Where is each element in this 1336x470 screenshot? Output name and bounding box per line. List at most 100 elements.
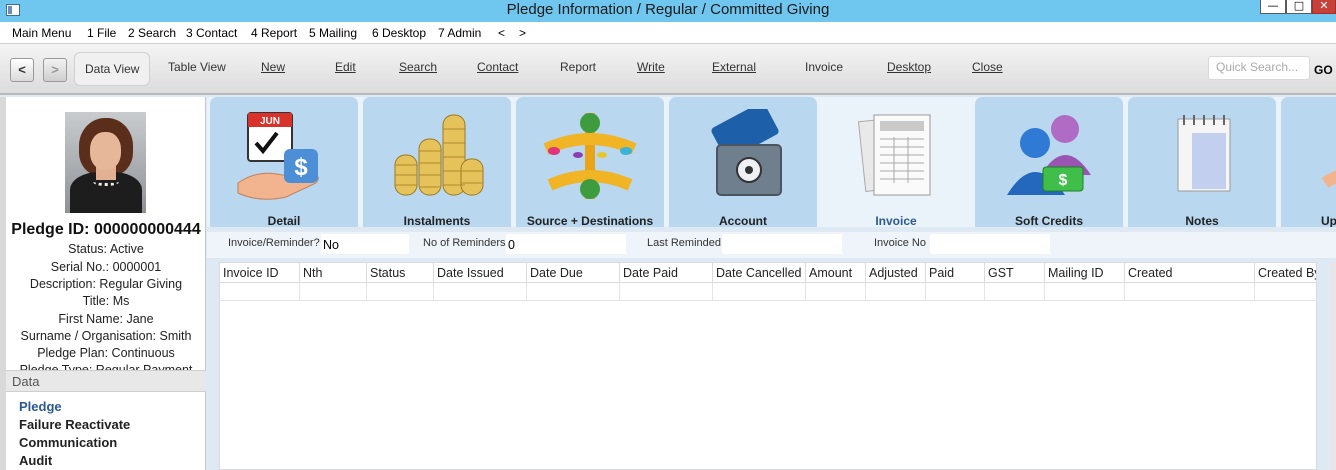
tab-instalments[interactable]: Instalments xyxy=(363,97,511,227)
tab-upgrade[interactable]: Upgr xyxy=(1281,97,1336,227)
invoice-table: Invoice ID Nth Status Date Issued Date D… xyxy=(219,262,1317,470)
data-view-button[interactable]: Data View xyxy=(74,52,151,86)
table-header: Invoice ID Nth Status Date Issued Date D… xyxy=(220,263,1316,283)
col-date-issued[interactable]: Date Issued xyxy=(434,263,527,283)
col-status[interactable]: Status xyxy=(367,263,434,283)
menu-report[interactable]: 4 Report xyxy=(251,26,297,40)
tab-account-label: Account xyxy=(719,214,767,227)
notepad-icon xyxy=(1177,115,1231,192)
dollar-arrows-icon xyxy=(543,113,637,199)
tab-account[interactable]: Account xyxy=(669,97,817,227)
invoice-reminder-field[interactable]: No xyxy=(321,234,409,254)
right-scrollbar[interactable] xyxy=(1330,262,1336,470)
info-description: Description: Regular Giving xyxy=(29,277,183,291)
menu-main[interactable]: Main Menu xyxy=(12,26,71,40)
menu-search[interactable]: 2 Search xyxy=(128,26,176,40)
back-button[interactable]: < xyxy=(10,58,34,82)
col-date-due[interactable]: Date Due xyxy=(527,263,620,283)
left-panel: Pledge ID: 000000000444 Status: Active S… xyxy=(6,97,206,470)
new-button[interactable]: New xyxy=(261,60,285,74)
col-mailing-id[interactable]: Mailing ID xyxy=(1045,263,1125,283)
last-reminded-label: Last Reminded xyxy=(647,237,721,249)
data-section-header: Data xyxy=(6,370,206,392)
svg-text:$: $ xyxy=(1059,172,1068,189)
svg-text:$: $ xyxy=(294,154,308,181)
info-surname: Surname / Organisation: Smith xyxy=(20,329,192,343)
pledge-id: Pledge ID: 000000000444 xyxy=(11,221,201,238)
credit-card-safe-icon xyxy=(711,109,782,196)
no-of-reminders-field[interactable]: 0 xyxy=(506,234,626,254)
window-title: Pledge Information / Regular / Committed… xyxy=(506,1,830,18)
col-created-by[interactable]: Created By xyxy=(1255,263,1316,283)
info-title: Title: Ms xyxy=(82,294,130,308)
menu-admin[interactable]: 7 Admin xyxy=(438,26,481,40)
nav-pledge[interactable]: Pledge xyxy=(19,399,62,414)
edit-button[interactable]: Edit xyxy=(335,60,356,74)
table-row[interactable] xyxy=(220,283,1316,301)
menu-file[interactable]: 1 File xyxy=(87,26,116,40)
no-of-reminders-label: No of Reminders xyxy=(423,237,506,249)
close-button[interactable]: Close xyxy=(972,60,1003,74)
tab-detail[interactable]: JUN $ Detail xyxy=(210,97,358,227)
table-view-button[interactable]: Table View xyxy=(168,60,226,74)
col-invoice-id[interactable]: Invoice ID xyxy=(220,263,300,283)
col-nth[interactable]: Nth xyxy=(300,263,367,283)
invoice-reminder-label: Invoice/Reminder? xyxy=(228,237,320,249)
menu-contact[interactable]: 3 Contact xyxy=(186,26,237,40)
contact-button[interactable]: Contact xyxy=(477,60,518,74)
menu-bar: Main Menu 1 File 2 Search 3 Contact 4 Re… xyxy=(0,22,1336,44)
quick-search-input[interactable]: Quick Search... xyxy=(1208,56,1310,80)
external-button[interactable]: External xyxy=(712,60,756,74)
tab-soft-credits[interactable]: $ Soft Credits xyxy=(975,97,1123,227)
minimize-button[interactable]: — xyxy=(1260,0,1286,14)
col-date-cancelled[interactable]: Date Cancelled xyxy=(713,263,806,283)
col-amount[interactable]: Amount xyxy=(806,263,866,283)
contact-photo xyxy=(65,112,146,213)
menu-scroll-right[interactable]: > xyxy=(519,26,526,40)
invoice-document-icon xyxy=(857,114,931,196)
col-gst[interactable]: GST xyxy=(985,263,1045,283)
col-adjusted[interactable]: Adjusted xyxy=(866,263,926,283)
tab-instalments-label: Instalments xyxy=(403,214,471,227)
info-status: Status: Active xyxy=(68,242,144,256)
last-reminded-field[interactable] xyxy=(722,234,842,254)
go-button[interactable]: GO xyxy=(1314,63,1333,77)
tab-source-destinations-label: Source + Destinations xyxy=(526,214,654,227)
nav-communication[interactable]: Communication xyxy=(19,435,117,450)
calendar-hand-icon: JUN $ xyxy=(237,112,319,200)
tab-source-destinations[interactable]: Source + Destinations xyxy=(516,97,664,227)
tab-notes[interactable]: Notes xyxy=(1128,97,1276,227)
col-paid[interactable]: Paid xyxy=(926,263,985,283)
info-first-name: First Name: Jane xyxy=(58,312,154,326)
menu-scroll-left[interactable]: < xyxy=(498,26,505,40)
coin-stacks-icon xyxy=(394,114,484,196)
nav-audit[interactable]: Audit xyxy=(19,453,52,468)
tab-invoice[interactable]: Invoice xyxy=(822,97,970,227)
menu-mailing[interactable]: 5 Mailing xyxy=(309,26,357,40)
invoice-button[interactable]: Invoice xyxy=(805,60,843,74)
info-pledge-plan: Pledge Plan: Continuous xyxy=(37,346,175,360)
tab-notes-label: Notes xyxy=(1185,214,1219,227)
menu-desktop[interactable]: 6 Desktop xyxy=(372,26,426,40)
col-created[interactable]: Created xyxy=(1125,263,1255,283)
invoice-filter-row: Invoice/Reminder? No No of Reminders 0 L… xyxy=(207,232,1336,258)
title-bar: Pledge Information / Regular / Committed… xyxy=(0,0,1336,22)
nav-failure-reactivate[interactable]: Failure Reactivate xyxy=(19,417,130,432)
forward-button[interactable]: > xyxy=(43,58,67,82)
desktop-button[interactable]: Desktop xyxy=(887,60,931,74)
info-serial: Serial No.: 0000001 xyxy=(50,260,162,274)
tab-detail-label: Detail xyxy=(267,214,301,227)
invoice-no-label: Invoice No xyxy=(874,237,926,249)
report-button[interactable]: Report xyxy=(560,60,596,74)
tab-soft-credits-label: Soft Credits xyxy=(1014,214,1083,227)
invoice-no-field[interactable] xyxy=(930,234,1050,254)
write-button[interactable]: Write xyxy=(637,60,665,74)
search-button[interactable]: Search xyxy=(399,60,437,74)
toolbar: < > Data View Table View New Edit Search… xyxy=(0,44,1336,95)
close-window-button[interactable]: ✕ xyxy=(1312,0,1336,14)
tab-upgrade-label: Upgr xyxy=(1321,214,1336,227)
info-pledge-type: Pledge Type: Regular Payment xyxy=(19,363,193,370)
people-money-icon: $ xyxy=(1007,115,1091,195)
col-date-paid[interactable]: Date Paid xyxy=(620,263,713,283)
maximize-button[interactable]: □ xyxy=(1286,0,1312,14)
